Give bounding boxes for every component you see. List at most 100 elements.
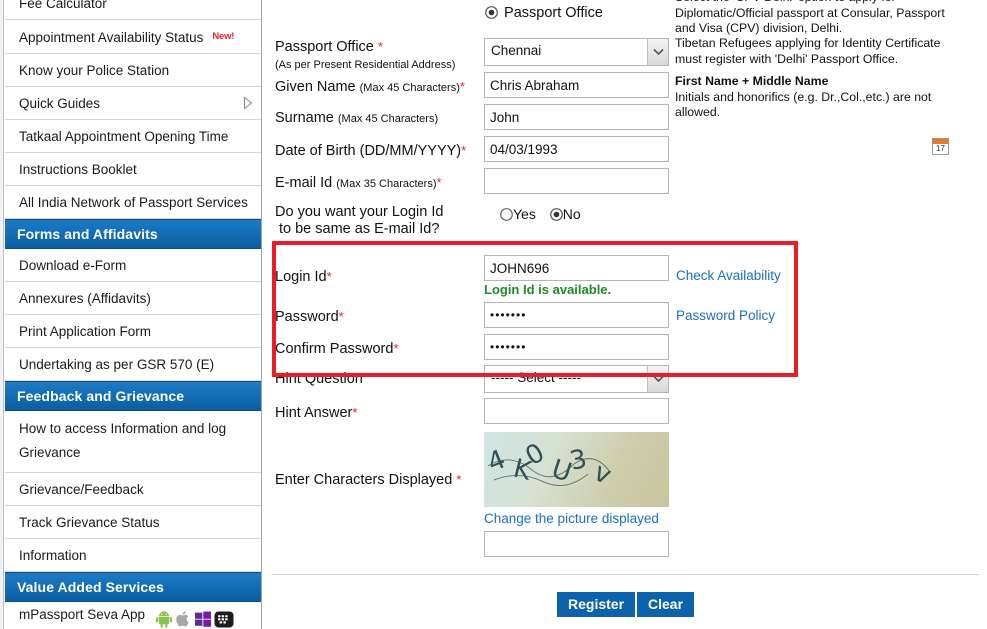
radio-selected-icon[interactable]: [485, 6, 502, 23]
sidebar-item-quick-guides[interactable]: Quick Guides: [5, 87, 261, 120]
hint-question-value: ----- Select -----: [491, 370, 581, 385]
register-button[interactable]: Register: [557, 592, 636, 617]
sidebar-item-know-your-police-station[interactable]: Know your Police Station: [5, 54, 261, 87]
blackberry-icon[interactable]: [214, 611, 236, 628]
sidebar-item-track-grievance-status[interactable]: Track Grievance Status: [5, 506, 261, 539]
radio-unselected-icon[interactable]: [500, 208, 513, 224]
chevron-down-icon[interactable]: [647, 366, 668, 392]
passport-office-radio-option[interactable]: Passport Office: [485, 5, 603, 23]
password-label: Password*: [275, 309, 344, 325]
confirm-password-field-wrap: [484, 334, 669, 360]
sidebar-item-information[interactable]: Information: [5, 539, 261, 572]
sidebar-section-header: Forms and Affidavits: [5, 219, 261, 249]
sidebar-item-grievance-feedback[interactable]: Grievance/Feedback: [5, 473, 261, 506]
passport-office-label: Passport Office * (As per Present Reside…: [275, 39, 456, 71]
helper-cpv-delhi: Select the 'CPV Delhi' option to apply f…: [675, 0, 945, 35]
hint-answer-label: Hint Answer*: [275, 405, 358, 421]
sidebar-item-undertaking-as-per-gsr-570-e[interactable]: Undertaking as per GSR 570 (E): [5, 348, 261, 381]
date-of-birth-field-wrap: [484, 136, 669, 162]
login-same-no-label: No: [562, 206, 581, 222]
helper-name-body: Initials and honorifics (e.g. Dr.,Col.,e…: [675, 89, 932, 120]
android-icon[interactable]: [155, 611, 175, 629]
hint-answer-field-wrap: [484, 398, 669, 424]
password-field-wrap: [484, 302, 669, 328]
sidebar-item-instructions-booklet[interactable]: Instructions Booklet: [5, 153, 261, 186]
sidebar-item-label: Instructions Booklet: [19, 162, 137, 177]
check-availability-link[interactable]: Check Availability: [676, 268, 781, 283]
sidebar-section-header-label: Value Added Services: [17, 579, 164, 595]
change-captcha-link[interactable]: Change the picture displayed: [484, 511, 659, 526]
sidebar-section-header-label: Forms and Affidavits: [17, 226, 158, 242]
login-same-as-email-label: Do you want your Login Id to be same as …: [275, 204, 444, 237]
sidebar-item-tatkaal-appointment-opening-time[interactable]: Tatkaal Appointment Opening Time: [5, 120, 261, 153]
sidebar-item-print-application-form[interactable]: Print Application Form: [5, 315, 261, 348]
login-same-no-option[interactable]: No: [549, 206, 581, 224]
sidebar-item-label: Undertaking as per GSR 570 (E): [19, 357, 215, 372]
sidebar-item-label: Information: [19, 548, 87, 563]
hint-answer-input[interactable]: [484, 398, 669, 424]
clear-button[interactable]: Clear: [637, 592, 695, 617]
confirm-password-input[interactable]: [484, 334, 669, 360]
sidebar-section-header-label: Feedback and Grievance: [17, 388, 185, 404]
sidebar-section-header: Feedback and Grievance: [5, 381, 261, 411]
surname-field-wrap: [484, 104, 669, 130]
sidebar-item-label: Appointment Availability Status: [19, 30, 204, 45]
captcha-input[interactable]: [484, 531, 669, 557]
given-name-label: Given Name (Max 45 Characters)*: [275, 79, 465, 95]
chevron-right-icon[interactable]: [243, 96, 253, 110]
passport-office-sublabel: (As per Present Residential Address): [275, 59, 456, 71]
sidebar-item-fee-calculator[interactable]: Fee Calculator: [5, 0, 261, 20]
calendar-icon[interactable]: 17: [932, 138, 949, 155]
given-name-input[interactable]: [484, 72, 669, 98]
date-of-birth-label: Date of Birth (DD/MM/YYYY)*: [275, 143, 467, 159]
svg-text:v: v: [589, 457, 616, 491]
helper-name-rules: First Name + Middle Name Initials and ho…: [675, 74, 945, 121]
login-same-yes-option[interactable]: Yes: [500, 206, 540, 222]
passport-office-select[interactable]: Chennai: [484, 38, 669, 66]
chevron-down-icon[interactable]: [647, 39, 668, 65]
login-id-input[interactable]: [484, 255, 669, 281]
sidebar-item-download-e-form[interactable]: Download e-Form: [5, 249, 261, 282]
login-same-as-email-radio-group: Yes No: [500, 206, 581, 224]
captcha-label: Enter Characters Displayed *: [275, 472, 462, 488]
email-input[interactable]: [484, 168, 669, 194]
new-badge: New!: [212, 31, 235, 42]
sidebar-item-appointment-availability-status[interactable]: Appointment Availability Status New!: [5, 20, 261, 54]
sidebar-item-label: Tatkaal Appointment Opening Time: [19, 129, 229, 144]
helper-tibetan: Tibetan Refugees applying for Identity C…: [675, 36, 941, 66]
login-id-label: Login Id*: [275, 269, 332, 285]
radio-selected-icon[interactable]: [549, 208, 563, 224]
sidebar-item-how-to-access-information-and-log-grievance[interactable]: How to access Information and log Grieva…: [5, 411, 261, 473]
password-policy-link[interactable]: Password Policy: [676, 308, 775, 323]
sidebar-item-label: Print Application Form: [19, 324, 152, 339]
sidebar-item-annexures-affidavits[interactable]: Annexures (Affidavits): [5, 282, 261, 315]
passport-seva-registration-page: Fee Calculator Appointment Availability S…: [0, 0, 987, 629]
hint-question-select[interactable]: ----- Select -----: [484, 365, 669, 393]
sidebar-item-label: mPassport Seva App: [19, 607, 146, 622]
sidebar-left-edge: [0, 0, 4, 629]
sidebar-item-label: Download e-Form: [19, 258, 127, 273]
date-of-birth-input[interactable]: [484, 136, 669, 162]
login-same-yes-label: Yes: [513, 206, 536, 222]
hint-question-label: Hint Question: [275, 371, 363, 387]
passport-office-value: Chennai: [491, 43, 542, 58]
registration-form: Passport Office Passport Office * (As pe…: [262, 0, 987, 629]
apple-icon[interactable]: [175, 611, 194, 627]
sidebar-item-label: Grievance/Feedback: [19, 482, 144, 497]
sidebar-item-label: How to access Information and log Grieva…: [19, 421, 227, 460]
captcha-image: 4 K 0 U 3 v: [484, 432, 669, 507]
confirm-password-label: Confirm Password*: [275, 341, 399, 357]
sidebar-item-label: Know your Police Station: [19, 63, 170, 78]
sidebar-menu-list: Fee Calculator Appointment Availability S…: [5, 0, 261, 629]
password-input[interactable]: [484, 302, 669, 328]
sidebar-section-header: Value Added Services: [5, 572, 261, 602]
sidebar-item-mpassport-seva-app[interactable]: mPassport Seva App: [5, 602, 261, 629]
email-label: E-mail Id (Max 35 Characters)*: [275, 175, 442, 191]
surname-input[interactable]: [484, 104, 669, 130]
sidebar-item-label: Annexures (Affidavits): [19, 291, 151, 306]
sidebar-item-all-india-network-of-passport-services[interactable]: All India Network of Passport Services: [5, 186, 261, 219]
login-id-availability-message: Login Id is available.: [484, 282, 612, 297]
given-name-field-wrap: [484, 72, 669, 98]
windows-icon[interactable]: [194, 611, 214, 628]
sidebar: Fee Calculator Appointment Availability S…: [0, 0, 262, 629]
